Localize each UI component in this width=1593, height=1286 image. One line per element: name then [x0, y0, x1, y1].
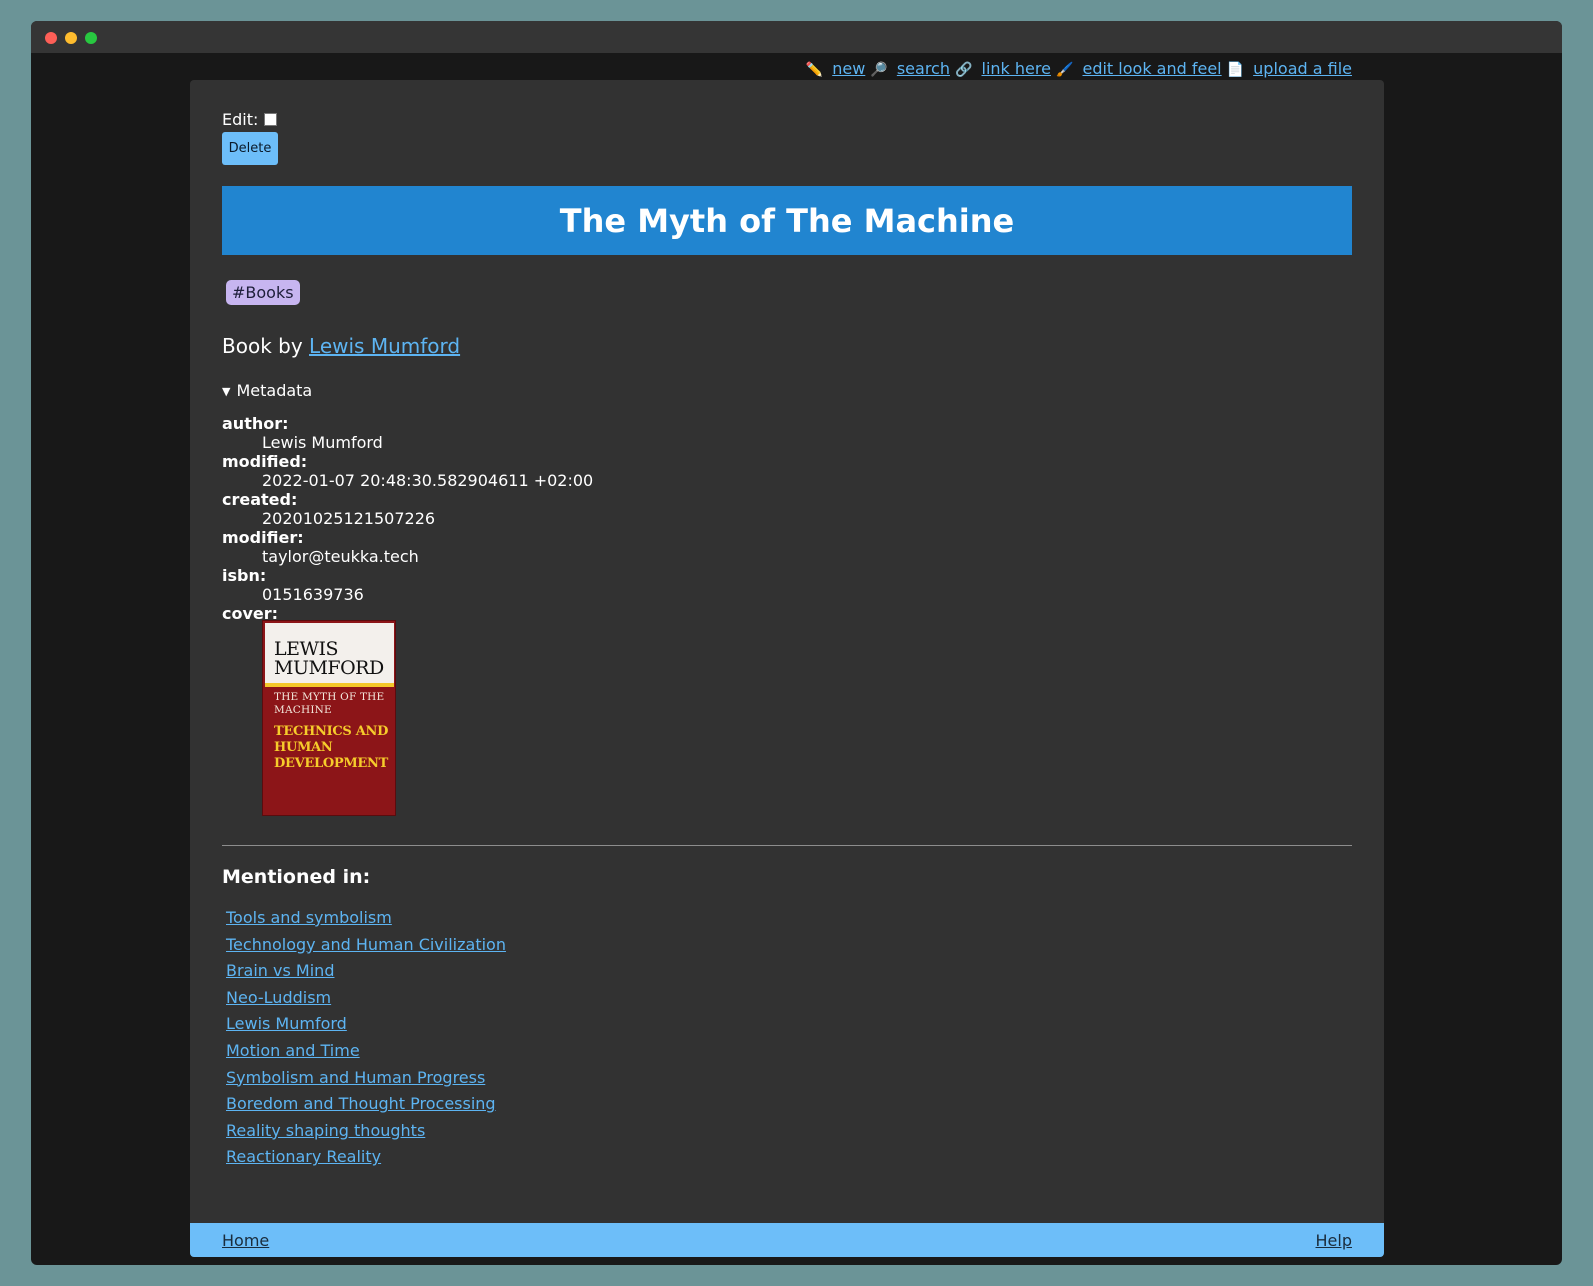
page-footer: Home Help [190, 1223, 1384, 1257]
maximize-button[interactable] [85, 32, 97, 44]
toolbar-upload-item[interactable]: 📄 upload a file [1227, 59, 1352, 78]
cover-series-text: THE MYTH OF THE MACHINE [274, 691, 385, 716]
byline-prefix: Book by [222, 334, 303, 358]
mentioned-in-list: Tools and symbolism Technology and Human… [226, 908, 506, 1174]
list-item: Tools and symbolism [226, 908, 506, 935]
list-item: Reactionary Reality [226, 1147, 506, 1174]
meta-key-modified: modified: [222, 452, 308, 471]
file-icon: 📄 [1226, 62, 1245, 78]
edit-look-and-feel-link[interactable]: edit look and feel [1082, 59, 1221, 78]
upload-file-link[interactable]: upload a file [1253, 59, 1352, 78]
title-bar [31, 21, 1562, 53]
edit-row: Edit: [222, 110, 278, 129]
help-link[interactable]: Help [1316, 1231, 1352, 1250]
section-divider [222, 845, 1352, 846]
cover-author-text: LEWIS MUMFORD [274, 638, 384, 679]
meta-key-modifier: modifier: [222, 528, 304, 547]
cover-subtitle-text: TECHNICS AND HUMAN DEVELOPMENT [274, 724, 389, 771]
search-link[interactable]: search [897, 59, 950, 78]
mention-link[interactable]: Technology and Human Civilization [226, 935, 506, 954]
list-item: Motion and Time [226, 1041, 506, 1068]
list-item: Technology and Human Civilization [226, 935, 506, 962]
metadata-summary-label: Metadata [236, 381, 313, 400]
metadata-list: author: Lewis Mumford modified: 2022-01-… [222, 414, 593, 623]
mention-link[interactable]: Tools and symbolism [226, 908, 392, 927]
top-toolbar: ✏️ new 🔎 search 🔗 link here 🖌️ edit look and… [806, 59, 1352, 78]
toolbar-look-and-feel-item[interactable]: 🖌️ edit look and feel [1056, 59, 1222, 78]
list-item: Reality shaping thoughts [226, 1121, 506, 1148]
byline: Book by Lewis Mumford [222, 334, 460, 358]
pencil-icon: ✏️ [805, 62, 824, 78]
meta-key-created: created: [222, 490, 298, 509]
book-cover-image: LEWIS MUMFORD THE MYTH OF THE MACHINE TE… [262, 620, 396, 816]
toolbar-search-item[interactable]: 🔎 search [870, 59, 950, 78]
toolbar-new-item[interactable]: ✏️ new [806, 59, 866, 78]
list-item: Boredom and Thought Processing [226, 1094, 506, 1121]
mention-link[interactable]: Reality shaping thoughts [226, 1121, 425, 1140]
mention-link[interactable]: Symbolism and Human Progress [226, 1068, 485, 1087]
link-here-link[interactable]: link here [982, 59, 1051, 78]
disclosure-triangle-icon: ▼ [222, 385, 231, 398]
list-item: Lewis Mumford [226, 1014, 506, 1041]
minimize-button[interactable] [65, 32, 77, 44]
list-item: Neo-Luddism [226, 988, 506, 1015]
metadata-toggle[interactable]: ▼ Metadata [222, 381, 312, 400]
mentioned-in-heading: Mentioned in: [222, 866, 371, 888]
new-link[interactable]: new [832, 59, 865, 78]
meta-key-isbn: isbn: [222, 566, 267, 585]
magnifier-icon: 🔎 [870, 62, 888, 78]
tag-books[interactable]: #Books [226, 280, 300, 305]
home-link[interactable]: Home [222, 1231, 269, 1250]
mention-link[interactable]: Motion and Time [226, 1041, 360, 1060]
meta-value-created: 20201025121507226 [262, 509, 436, 528]
edit-checkbox[interactable] [264, 113, 278, 126]
link-icon: 🔗 [955, 62, 973, 78]
mention-link[interactable]: Neo-Luddism [226, 988, 331, 1007]
page-title: The Myth of The Machine [222, 186, 1352, 255]
meta-value-isbn: 0151639736 [262, 585, 364, 604]
mention-link[interactable]: Brain vs Mind [226, 961, 334, 980]
meta-value-author: Lewis Mumford [262, 433, 383, 452]
meta-value-modifier: taylor@teukka.tech [262, 547, 419, 566]
list-item: Symbolism and Human Progress [226, 1068, 506, 1095]
meta-value-modified: 2022-01-07 20:48:30.582904611 +02:00 [262, 471, 594, 490]
delete-button[interactable]: Delete [222, 132, 278, 165]
brush-icon: 🖌️ [1056, 62, 1074, 78]
author-link[interactable]: Lewis Mumford [309, 334, 460, 358]
mention-link[interactable]: Reactionary Reality [226, 1147, 381, 1166]
edit-label: Edit: [222, 110, 259, 129]
list-item: Brain vs Mind [226, 961, 506, 988]
mention-link[interactable]: Boredom and Thought Processing [226, 1094, 496, 1113]
mention-link[interactable]: Lewis Mumford [226, 1014, 347, 1033]
page-card: Edit: Delete The Myth of The Machine #Bo… [190, 80, 1384, 1257]
close-button[interactable] [45, 32, 57, 44]
browser-window: ✏️ new 🔎 search 🔗 link here 🖌️ edit look and… [31, 21, 1562, 1265]
meta-key-author: author: [222, 414, 289, 433]
toolbar-link-here-item[interactable]: 🔗 link here [955, 59, 1051, 78]
